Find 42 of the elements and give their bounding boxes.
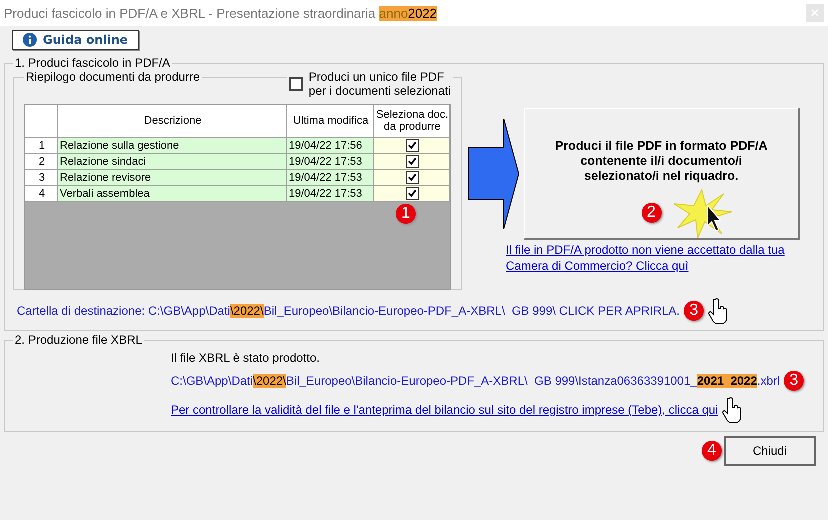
arrow-icon (468, 118, 520, 230)
table-cell: Relazione sindaci (58, 154, 287, 170)
table-cell: 19/04/22 17:53 (287, 186, 374, 202)
produce-pdf-button[interactable]: Produci il file PDF in formato PDF/A contenente il/i documento/i selezionato/i nel riquadro. 2 (524, 108, 800, 240)
help-button[interactable]: Guida online (12, 30, 140, 50)
step-badge: 2 (642, 203, 662, 223)
row-number: 2 (25, 154, 58, 170)
checkbox[interactable] (288, 77, 303, 91)
window-title: Produci fascicolo in PDF/A e XBRL - Presentazione straordinaria anno2022 (4, 6, 438, 20)
step-badge: 1 (396, 204, 416, 224)
step-badge: 4 (702, 441, 722, 461)
section-title: 2. Produzione file XBRL (14, 333, 144, 347)
step-badge: 3 (784, 371, 804, 391)
column-header: Ultima modifica (287, 105, 374, 138)
checkbox[interactable] (406, 171, 419, 184)
column-header: Descrizione (58, 105, 287, 138)
checkbox-label: Produci un unico file PDF per i documenti selezionati (308, 70, 451, 98)
table-cell: Relazione sulla gestione (58, 138, 287, 154)
table-cell: Verbali assemblea (58, 186, 287, 202)
group-title: Riepilogo documenti da produrre (25, 70, 202, 84)
checkbox[interactable] (406, 139, 419, 152)
row-number: 3 (25, 170, 58, 186)
validation-link[interactable]: Per controllare la validità del file e l'anteprima del bilancio sul sito del registro imprese (Tebe), clicca qui (171, 403, 718, 417)
section-title: 1. Produci fascicolo in PDF/A (14, 56, 172, 70)
table-cell: 19/04/22 17:56 (287, 138, 374, 154)
help-link[interactable]: Il file in PDF/A prodotto non viene accettato dalla tua Camera di Commercio? Clicca quì (506, 242, 815, 274)
hand-cursor-icon (722, 397, 744, 423)
close-button[interactable]: Chiudi (724, 436, 816, 466)
info-icon (23, 33, 37, 47)
destination-folder-link[interactable]: Cartella di destinazione: C:\GB\App\Dati\2022\Bil_Europeo\Bilancio-Europeo-PDF_A-XBRL\ GB 999\ CLICK PER APRIRLA. (17, 304, 680, 318)
cursor-with-starburst-icon (672, 188, 732, 238)
hand-cursor-icon (708, 298, 730, 324)
checkbox[interactable] (406, 187, 419, 200)
table-cell: Relazione revisore (58, 170, 287, 186)
checkbox[interactable] (406, 155, 419, 168)
status-text: Il file XBRL è stato prodotto. (171, 350, 321, 365)
table-cell: 19/04/22 17:53 (287, 154, 374, 170)
column-header: Seleziona doc. da produrre (374, 105, 450, 138)
row-number: 1 (25, 138, 58, 154)
row-number: 4 (25, 186, 58, 202)
table-cell: 19/04/22 17:53 (287, 170, 374, 186)
step-badge: 3 (684, 301, 704, 321)
